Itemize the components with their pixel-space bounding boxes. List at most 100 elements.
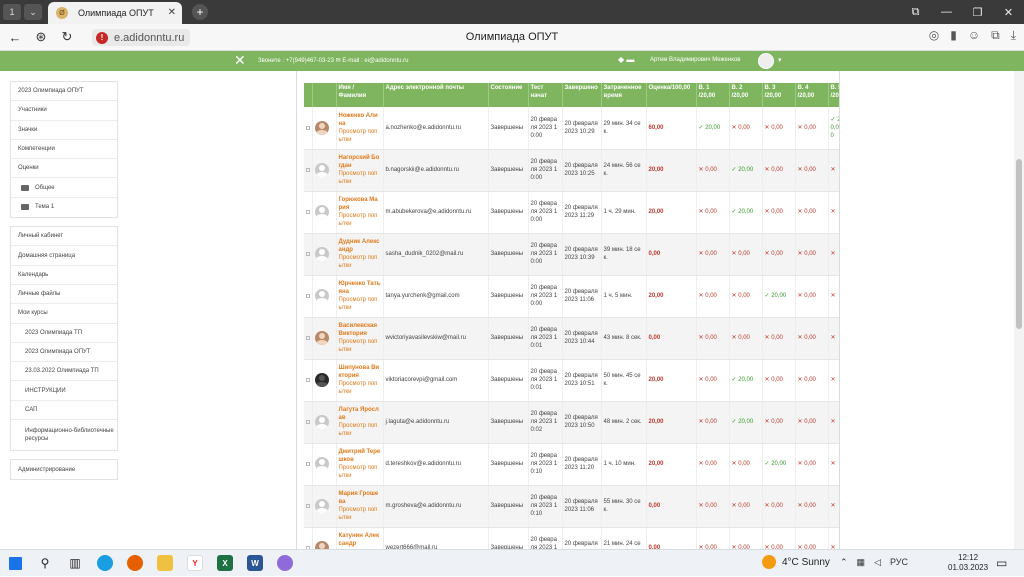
review-attempt-link[interactable]: Просмотр попытки bbox=[339, 212, 381, 228]
row-select-cell[interactable] bbox=[304, 401, 313, 444]
review-attempt-link[interactable]: Просмотр попытки bbox=[339, 128, 381, 144]
page-scrollbar[interactable] bbox=[1014, 71, 1024, 549]
question-score-link[interactable]: 20,00 bbox=[738, 167, 753, 173]
question-score-link[interactable]: 0,00 bbox=[804, 251, 816, 257]
row-checkbox[interactable] bbox=[306, 378, 310, 382]
started-column-header[interactable]: Тест начат bbox=[528, 83, 563, 107]
row-checkbox[interactable] bbox=[306, 336, 310, 340]
q1-column-header[interactable]: В. 1 /20,00 bbox=[696, 83, 730, 107]
word-icon[interactable]: W bbox=[240, 550, 270, 577]
row-checkbox[interactable] bbox=[306, 462, 310, 466]
question-score-link[interactable]: 0,00 bbox=[771, 419, 783, 425]
weather-widget[interactable]: 4°C Sunny bbox=[762, 555, 830, 569]
grade-link[interactable]: 20,00 bbox=[649, 461, 664, 467]
yandex-browser-icon[interactable]: Y bbox=[180, 550, 210, 577]
student-name-link[interactable]: Ноженко Алина bbox=[339, 112, 381, 128]
row-select-cell[interactable] bbox=[304, 191, 313, 234]
download-icon[interactable]: ⤓ bbox=[1011, 28, 1016, 43]
question-score-link[interactable]: 0,00 bbox=[804, 461, 816, 467]
bookmark-icon[interactable]: ▮ bbox=[950, 28, 957, 43]
grade-link[interactable]: 0,00 bbox=[649, 503, 661, 509]
question-score-link[interactable]: 0,00 bbox=[771, 503, 783, 509]
row-select-cell[interactable] bbox=[304, 359, 313, 402]
question-score-link[interactable]: 20,00 bbox=[738, 209, 753, 215]
sidebar-item-course-tp[interactable]: 2023 Олимпиада ТП bbox=[11, 324, 117, 343]
user-menu-caret-icon[interactable]: ▾ bbox=[778, 56, 782, 64]
question-score-link[interactable]: 0,00 bbox=[738, 293, 750, 299]
edge-icon[interactable] bbox=[90, 550, 120, 577]
email-column-header[interactable]: Адрес электронной почты bbox=[383, 83, 489, 107]
sidebar-item-instructions[interactable]: ИНСТРУКЦИИ bbox=[11, 381, 117, 401]
user-name[interactable]: Артем Владимирович Меженков bbox=[650, 57, 740, 63]
q2-column-header[interactable]: В. 2 /20,00 bbox=[729, 83, 763, 107]
question-score-link[interactable]: 0,00 bbox=[705, 503, 717, 509]
grade-link[interactable]: 20,00 bbox=[649, 293, 664, 299]
review-attempt-link[interactable]: Просмотр попытки bbox=[339, 464, 381, 480]
time-column-header[interactable]: Затраченное время bbox=[601, 83, 647, 107]
question-score-link[interactable]: 0,00 bbox=[771, 209, 783, 215]
question-score-link[interactable]: 20,00 bbox=[738, 419, 753, 425]
question-score-link[interactable]: 0,00 bbox=[804, 419, 816, 425]
sidebar-item-grades[interactable]: Оценки bbox=[11, 159, 117, 179]
sidebar-item-dashboard[interactable]: Личный кабинет bbox=[11, 227, 117, 247]
collections-icon[interactable]: ⧉ bbox=[991, 28, 1000, 43]
row-select-cell[interactable] bbox=[304, 317, 313, 360]
user-avatar[interactable] bbox=[758, 53, 774, 69]
row-checkbox[interactable] bbox=[306, 294, 310, 298]
grade-link[interactable]: 20,00 bbox=[649, 167, 664, 173]
translate-icon[interactable]: ◎ bbox=[929, 28, 939, 43]
row-select-cell[interactable] bbox=[304, 107, 313, 150]
question-score-link[interactable]: 0,00 bbox=[705, 293, 717, 299]
student-name-link[interactable]: Шипунова Виктория bbox=[339, 364, 381, 380]
student-name-link[interactable]: Мария Грошева bbox=[339, 490, 381, 506]
student-name-link[interactable]: Катунин Александр bbox=[339, 532, 381, 548]
question-score-link[interactable]: 0,00 bbox=[738, 251, 750, 257]
app-icon[interactable] bbox=[270, 550, 300, 577]
question-score-link[interactable]: 0,00 bbox=[738, 125, 750, 131]
review-attempt-link[interactable]: Просмотр попытки bbox=[339, 506, 381, 522]
finished-column-header[interactable]: Завершено bbox=[562, 83, 602, 107]
review-attempt-link[interactable]: Просмотр попытки bbox=[339, 254, 381, 270]
minimize-icon[interactable]: — bbox=[931, 6, 962, 18]
question-score-link[interactable]: 20,00 bbox=[705, 125, 720, 131]
grade-link[interactable]: 0,00 bbox=[649, 251, 661, 257]
question-score-link[interactable]: 0,00 bbox=[705, 335, 717, 341]
extension-icon[interactable]: ☺ bbox=[968, 28, 980, 43]
question-score-link[interactable]: 0,00 bbox=[705, 251, 717, 257]
question-score-link[interactable]: 0,00 bbox=[771, 377, 783, 383]
student-name-link[interactable]: Василевская Виктория bbox=[339, 322, 381, 338]
q4-column-header[interactable]: В. 4 /20,00 bbox=[795, 83, 829, 107]
sidebar-item-course-oput[interactable]: 2023 Олимпиада ОПУТ bbox=[11, 343, 117, 363]
firefox-icon[interactable] bbox=[120, 550, 150, 577]
sidebar-item-administration[interactable]: Администрирование bbox=[11, 460, 117, 479]
row-select-cell[interactable] bbox=[304, 149, 313, 192]
task-view-icon[interactable]: ▥ bbox=[60, 550, 90, 577]
question-score-link[interactable]: 0,00 bbox=[804, 125, 816, 131]
review-attempt-link[interactable]: Просмотр попытки bbox=[339, 380, 381, 396]
review-attempt-link[interactable]: Просмотр попытки bbox=[339, 170, 381, 186]
excel-icon[interactable]: X bbox=[210, 550, 240, 577]
row-select-cell[interactable] bbox=[304, 485, 313, 528]
network-icon[interactable]: ▦ bbox=[857, 557, 866, 568]
grade-link[interactable]: 20,00 bbox=[649, 209, 664, 215]
tab-search-icon[interactable]: ⧉ bbox=[900, 6, 931, 19]
student-name-link[interactable]: Дмитрий Терешков bbox=[339, 448, 381, 464]
language-indicator[interactable]: РУС bbox=[890, 557, 908, 568]
grade-column-header[interactable]: Оценка/100,00 bbox=[646, 83, 697, 107]
question-score-link[interactable]: 0,00 bbox=[804, 167, 816, 173]
row-select-cell[interactable] bbox=[304, 527, 313, 549]
sidebar-item-sap[interactable]: САП bbox=[11, 401, 117, 421]
question-score-link[interactable]: 0,00 bbox=[771, 251, 783, 257]
row-checkbox[interactable] bbox=[306, 252, 310, 256]
question-score-link[interactable]: 0,00 bbox=[771, 125, 783, 131]
question-score-link[interactable]: 0,00 bbox=[804, 335, 816, 341]
sidebar-item-general[interactable]: Общее bbox=[11, 178, 117, 198]
row-checkbox[interactable] bbox=[306, 210, 310, 214]
review-attempt-link[interactable]: Просмотр попытки bbox=[339, 296, 381, 312]
search-icon[interactable]: ⚲ bbox=[30, 550, 60, 577]
chevron-up-icon[interactable]: ⌃ bbox=[840, 557, 848, 568]
grade-link[interactable]: 0,00 bbox=[649, 335, 661, 341]
student-name-link[interactable]: Лагута Ярослав bbox=[339, 406, 381, 422]
sidebar-item-course[interactable]: 2023 Олимпиада ОПУТ bbox=[11, 82, 117, 102]
student-name-link[interactable]: Юрченко Татьяна bbox=[339, 280, 381, 296]
